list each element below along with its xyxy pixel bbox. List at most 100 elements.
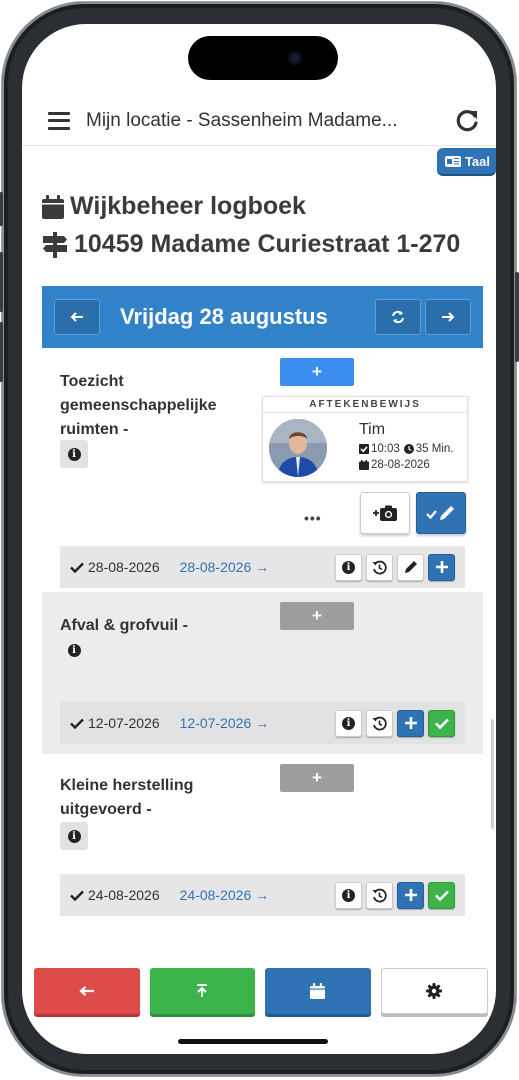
add-record-button[interactable]: + bbox=[280, 602, 354, 630]
refresh-icon[interactable] bbox=[454, 108, 480, 134]
check-icon bbox=[70, 562, 84, 573]
language-label: Taal bbox=[464, 153, 490, 169]
last-completed: 24-08-2026 bbox=[70, 887, 160, 903]
location-title[interactable]: Mijn locatie - Sassenheim Madame... bbox=[86, 110, 454, 132]
plus-icon bbox=[404, 889, 417, 901]
last-completed-date: 28-08-2026 bbox=[88, 559, 160, 575]
next-day-button[interactable] bbox=[425, 299, 471, 335]
sync-icon bbox=[392, 310, 404, 324]
scroll-top-button[interactable] bbox=[149, 968, 255, 1014]
history-link[interactable]: 24-08-2026 → bbox=[180, 887, 270, 903]
check-pencil-icon bbox=[426, 506, 454, 520]
date-navigation-bar: Vrijdag 28 augustus bbox=[42, 286, 483, 348]
task-name: Afval & grofvuil - bbox=[60, 617, 189, 634]
arrow-left-icon bbox=[70, 312, 83, 322]
task-actions: i bbox=[335, 709, 455, 737]
dynamic-island bbox=[188, 36, 338, 80]
signature-date-row: 28-08-2026 bbox=[359, 459, 430, 471]
plus-icon bbox=[404, 717, 417, 729]
scrollbar[interactable] bbox=[491, 719, 494, 829]
history-icon bbox=[372, 716, 387, 730]
hamburger-icon[interactable] bbox=[48, 111, 70, 130]
last-completed: 28-08-2026 bbox=[70, 559, 160, 575]
edit-button[interactable] bbox=[397, 553, 424, 581]
info-button[interactable]: i bbox=[60, 822, 88, 850]
check-icon bbox=[434, 890, 449, 901]
last-completed: 12-07-2026 bbox=[70, 715, 160, 731]
logbook-title: Wijkbeheer logboek bbox=[70, 192, 306, 220]
task-card: + Afval & grofvuil - i 12-07-2026 12-07-… bbox=[42, 592, 483, 754]
history-button[interactable] bbox=[366, 553, 393, 581]
info-button[interactable]: i bbox=[60, 636, 88, 664]
home-indicator bbox=[178, 1039, 328, 1044]
info-icon: i bbox=[342, 888, 355, 902]
clock-icon bbox=[403, 444, 414, 454]
last-completed-date: 12-07-2026 bbox=[88, 715, 160, 731]
task-actions: i bbox=[335, 881, 455, 909]
settings-button[interactable] bbox=[380, 968, 488, 1014]
top-bar: Mijn locatie - Sassenheim Madame... bbox=[22, 96, 496, 146]
add-button[interactable] bbox=[428, 553, 455, 581]
history-icon bbox=[372, 888, 387, 902]
info-button[interactable]: i bbox=[335, 709, 362, 737]
history-link[interactable]: 12-07-2026 → bbox=[180, 715, 270, 731]
current-date: Vrijdag 28 augustus bbox=[120, 304, 328, 329]
complete-button[interactable] bbox=[428, 709, 455, 737]
check-icon bbox=[70, 718, 84, 729]
page-title: Wijkbeheer logboek bbox=[42, 192, 306, 221]
signature-card[interactable]: AFTEKENBEWIJS Tim 10:03 35 Min. 28-08-20… bbox=[262, 396, 468, 482]
history-button[interactable] bbox=[366, 709, 393, 737]
gear-icon bbox=[426, 983, 443, 999]
add-record-button[interactable]: + bbox=[280, 358, 354, 386]
phone-frame: Mijn locatie - Sassenheim Madame... Taal… bbox=[0, 2, 519, 1076]
add-button[interactable] bbox=[397, 709, 424, 737]
info-icon: i bbox=[342, 716, 355, 730]
add-record-button[interactable]: + bbox=[280, 764, 354, 792]
info-icon: i bbox=[342, 560, 355, 574]
add-photo-button[interactable] bbox=[360, 492, 410, 534]
signature-time: 10:03 bbox=[371, 443, 400, 455]
info-button[interactable]: i bbox=[335, 881, 362, 909]
info-icon: i bbox=[67, 643, 81, 657]
signer-name: Tim bbox=[359, 421, 386, 438]
pencil-icon bbox=[404, 561, 417, 573]
info-button[interactable]: i bbox=[335, 553, 362, 581]
task-card: + Toezicht gemeenschappelijke ruimten - … bbox=[42, 348, 483, 592]
check-square-icon bbox=[359, 444, 369, 454]
bottom-navigation bbox=[34, 968, 488, 1014]
history-icon bbox=[372, 560, 387, 574]
add-button[interactable] bbox=[397, 881, 424, 909]
task-footer: 28-08-2026 28-08-2026 → i bbox=[60, 546, 465, 588]
sign-off-button[interactable] bbox=[416, 492, 466, 534]
sync-button[interactable] bbox=[375, 299, 421, 335]
info-button[interactable]: i bbox=[60, 440, 88, 468]
calendar-icon bbox=[359, 460, 369, 470]
task-name: Kleine herstelling uitgevoerd - bbox=[60, 777, 194, 818]
plus-icon bbox=[435, 561, 448, 573]
calendar-button[interactable] bbox=[265, 968, 371, 1014]
task-name: Toezicht gemeenschappelijke ruimten - bbox=[60, 373, 217, 438]
check-icon bbox=[434, 718, 449, 729]
address-label: 10459 Madame Curiestraat 1-270 bbox=[74, 230, 461, 258]
arrow-right-icon bbox=[442, 312, 455, 322]
language-icon bbox=[444, 155, 461, 167]
info-icon: i bbox=[67, 829, 81, 843]
address-title: 10459 Madame Curiestraat 1-270 bbox=[42, 230, 460, 259]
screen: Mijn locatie - Sassenheim Madame... Taal… bbox=[22, 24, 496, 1054]
complete-button[interactable] bbox=[428, 881, 455, 909]
arrow-up-bar-icon bbox=[197, 984, 208, 997]
back-button[interactable] bbox=[34, 968, 140, 1014]
previous-day-button[interactable] bbox=[54, 299, 100, 335]
more-options[interactable]: ••• bbox=[304, 510, 322, 526]
language-button[interactable]: Taal bbox=[436, 148, 496, 174]
check-icon bbox=[70, 890, 84, 901]
avatar bbox=[269, 419, 327, 477]
task-footer: 12-07-2026 12-07-2026 → i bbox=[60, 702, 465, 744]
camera-icon bbox=[373, 505, 397, 521]
arrow-left-icon bbox=[79, 986, 94, 996]
calendar-icon bbox=[310, 983, 326, 999]
history-link[interactable]: 28-08-2026 → bbox=[180, 559, 270, 575]
task-card: + Kleine herstelling uitgevoerd - i 24-0… bbox=[42, 754, 483, 924]
info-icon: i bbox=[67, 447, 81, 461]
history-button[interactable] bbox=[366, 881, 393, 909]
